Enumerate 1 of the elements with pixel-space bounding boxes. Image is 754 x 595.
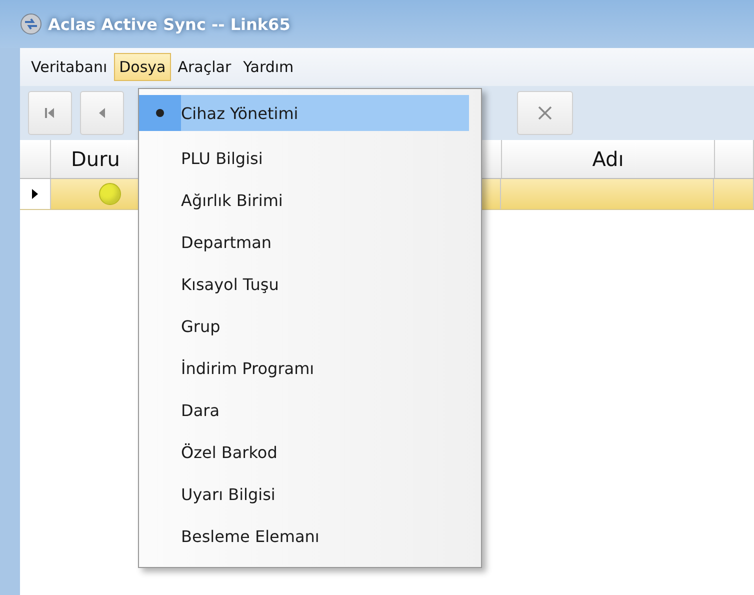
window-title: Aclas Active Sync -- Link65	[48, 14, 290, 34]
